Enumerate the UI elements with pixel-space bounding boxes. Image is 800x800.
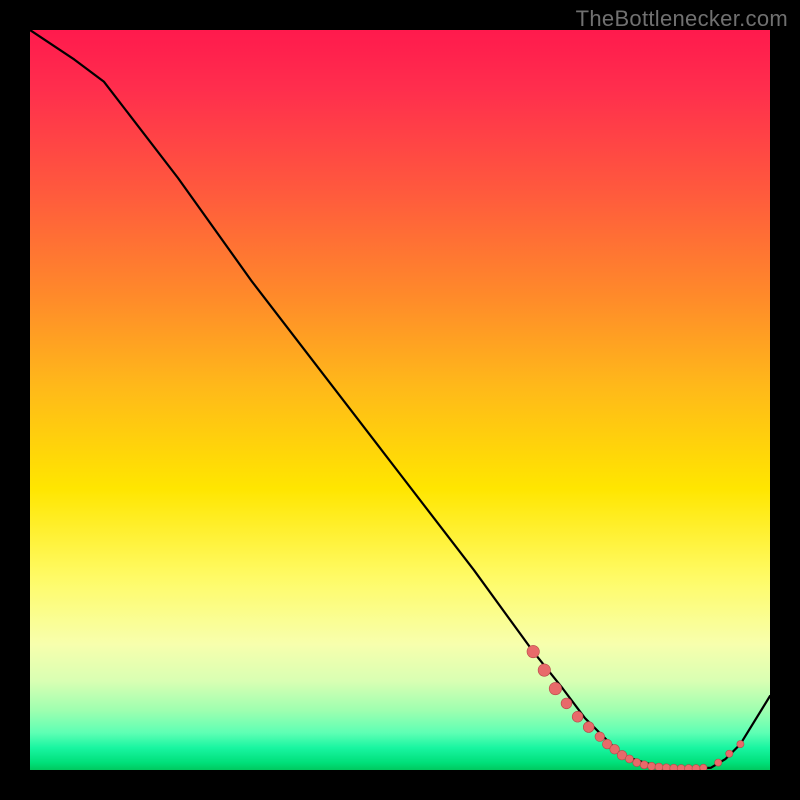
data-marker <box>549 682 561 694</box>
data-marker <box>561 698 572 709</box>
data-marker <box>625 755 633 763</box>
data-marker <box>527 645 539 657</box>
data-marker <box>633 759 641 767</box>
curve-group <box>30 30 770 769</box>
data-marker <box>583 722 594 733</box>
data-marker <box>572 711 583 722</box>
data-marker <box>737 741 744 748</box>
bottleneck-curve <box>30 30 770 769</box>
data-marker <box>640 761 648 769</box>
data-marker <box>648 762 656 770</box>
data-marker <box>677 765 685 770</box>
data-marker <box>692 765 700 770</box>
marker-group <box>527 645 744 770</box>
plot-area <box>30 30 770 770</box>
data-marker <box>538 664 550 676</box>
chart-frame: TheBottlenecker.com <box>0 0 800 800</box>
data-marker <box>662 764 670 770</box>
data-marker <box>685 765 693 770</box>
data-marker <box>670 764 678 770</box>
chart-overlay-svg <box>30 30 770 770</box>
data-marker <box>595 732 605 742</box>
watermark-text: TheBottlenecker.com <box>576 6 788 32</box>
data-marker <box>715 759 722 766</box>
data-marker <box>726 750 733 757</box>
data-marker <box>700 764 707 770</box>
data-marker <box>655 763 663 770</box>
